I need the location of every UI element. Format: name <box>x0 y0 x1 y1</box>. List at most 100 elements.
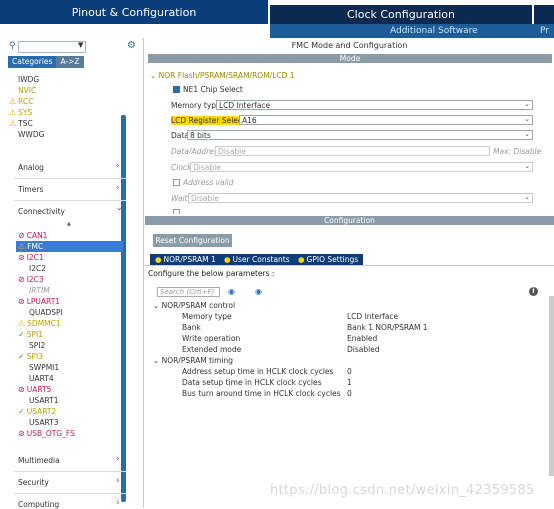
check-icon: ✓ <box>18 352 25 361</box>
list-item-i2c1[interactable]: ⊘ I2C1 <box>18 253 44 262</box>
prev-match-icon[interactable]: ◉ <box>228 287 235 296</box>
list-item-spi3[interactable]: ✓ SPI3 <box>18 352 43 361</box>
param-value[interactable]: Enabled <box>347 334 377 343</box>
clock-select[interactable]: Disable ⌄ <box>190 162 533 172</box>
tab-nor-psram-1[interactable]: ● NOR/PSRAM 1 <box>150 254 221 265</box>
param-value[interactable]: 1 <box>347 378 352 387</box>
chevron-right-icon[interactable]: › <box>116 498 120 508</box>
ne1-checkbox[interactable] <box>173 86 180 93</box>
chevron-down-icon[interactable]: ⌄ <box>116 203 123 212</box>
wait-select[interactable]: Disable ⌄ <box>188 193 533 203</box>
pinout-fragment-label[interactable]: Pr <box>540 24 549 38</box>
search-input[interactable] <box>18 41 86 53</box>
chevron-down-icon: ⌄ <box>153 301 162 310</box>
data-width-select[interactable]: 8 bits ⌄ <box>187 130 533 140</box>
tab-categories[interactable]: Categories <box>8 56 57 68</box>
tab-project-manager[interactable] <box>534 5 554 24</box>
param-key: Data setup time in HCLK clock cycles <box>182 378 322 387</box>
item-label: UART5 <box>26 385 52 394</box>
list-item-sdmmc1[interactable]: ⚠ SDMMC1 <box>18 319 61 328</box>
item-label: I2C3 <box>26 275 44 284</box>
address-valid-checkbox[interactable] <box>173 179 180 186</box>
item-label: USART3 <box>29 418 59 427</box>
cut-off-checkbox[interactable] <box>173 209 180 214</box>
group-nor-psram-control[interactable]: ⌄ NOR/PSRAM control <box>153 301 235 310</box>
left-scrollbar[interactable] <box>121 115 126 502</box>
tab-user-constants[interactable]: ● User Constants <box>219 254 295 265</box>
gear-icon[interactable]: ⚙ <box>127 40 136 51</box>
list-item-swpmi1[interactable]: SWPMI1 <box>29 363 59 372</box>
list-item-sys[interactable]: ⚠ SYS <box>9 108 32 117</box>
category-multimedia[interactable]: Multimedia <box>18 456 60 465</box>
group-label: NOR/PSRAM control <box>161 301 236 310</box>
param-value[interactable]: LCD Interface <box>347 312 398 321</box>
param-value[interactable]: Bank 1 NOR/PSRAM 1 <box>347 323 428 332</box>
clock-value: Disable <box>193 163 221 172</box>
list-item-quadspi[interactable]: QUADSPI <box>29 308 63 317</box>
list-item-uart4[interactable]: UART4 <box>29 374 54 383</box>
lcd-register-select[interactable]: A16 ⌄ <box>239 115 533 125</box>
memory-type-value: LCD Interface <box>219 101 271 110</box>
item-label: USART2 <box>26 407 57 416</box>
list-item-tsc[interactable]: ⚠ TSC <box>9 119 33 128</box>
param-value[interactable]: 0 <box>347 367 352 376</box>
category-timers[interactable]: Timers <box>18 185 43 194</box>
tab-gpio-settings[interactable]: ● GPIO Settings <box>293 254 364 265</box>
list-item-fmc[interactable]: ⚠ FMC <box>18 242 43 251</box>
wait-value: Disable <box>191 194 219 203</box>
lcd-register-value: A16 <box>242 116 257 125</box>
list-item-iwdg[interactable]: IWDG <box>18 75 39 84</box>
additional-software-label[interactable]: Additional Software <box>390 24 478 38</box>
list-item-uart5[interactable]: ⊘ UART5 <box>18 385 51 394</box>
warning-icon: ⚠ <box>9 108 17 117</box>
parameter-scrollbar[interactable] <box>549 296 554 476</box>
chevron-right-icon[interactable]: › <box>116 161 120 171</box>
list-item-irtim[interactable]: IRTIM <box>29 286 50 295</box>
chevron-right-icon[interactable]: › <box>116 476 120 486</box>
next-match-icon[interactable]: ◉ <box>255 287 262 296</box>
list-item-usart1[interactable]: USART1 <box>29 396 59 405</box>
chevron-down-icon: ⌄ <box>524 193 530 201</box>
chevron-right-icon[interactable]: › <box>116 183 120 193</box>
param-value[interactable]: 0 <box>347 389 352 398</box>
tab-a-z[interactable]: A->Z <box>56 56 84 68</box>
list-item-can1[interactable]: ⊘ CAN1 <box>18 231 47 240</box>
memory-type-select[interactable]: LCD Interface ⌄ <box>216 100 533 110</box>
chevron-down-icon: ⌄ <box>524 100 530 108</box>
category-analog[interactable]: Analog <box>18 163 44 172</box>
reset-configuration-button[interactable]: Reset Configuration <box>153 234 232 247</box>
nor-section-header[interactable]: ⌄ NOR Flash/PSRAM/SRAM/ROM/LCD 1 <box>150 71 295 80</box>
list-item-wwdg[interactable]: WWDG <box>18 130 44 139</box>
mode-section-bar: Mode <box>148 54 552 63</box>
category-connectivity[interactable]: Connectivity <box>18 207 65 216</box>
item-label: IRTIM <box>29 286 50 295</box>
data-address-select[interactable]: Disable <box>215 146 490 156</box>
list-item-usart3[interactable]: USART3 <box>29 418 59 427</box>
category-security[interactable]: Security <box>18 478 49 487</box>
disabled-icon: ⊘ <box>18 297 25 306</box>
list-item-usart2[interactable]: ✓ USART2 <box>18 407 56 416</box>
list-item-usb-otg-fs[interactable]: ⊘ USB_OTG_FS <box>18 429 75 438</box>
check-icon: ✓ <box>18 407 25 416</box>
tab-clock-configuration[interactable]: Clock Configuration <box>270 5 532 24</box>
list-item-i2c3[interactable]: ⊘ I2C3 <box>18 275 44 284</box>
chevron-right-icon[interactable]: › <box>116 454 120 464</box>
list-item-lpuart1[interactable]: ⊘ LPUART1 <box>18 297 60 306</box>
list-item-spi1[interactable]: ✓ SPI1 <box>18 330 43 339</box>
list-item-rcc[interactable]: ⚠ RCC <box>9 97 33 106</box>
info-icon[interactable]: i <box>529 287 538 296</box>
list-item-nvic[interactable]: NVIC <box>18 86 36 95</box>
list-item-spi2[interactable]: SPI2 <box>29 341 45 350</box>
param-value[interactable]: Disabled <box>347 345 380 354</box>
tab-pinout-configuration[interactable]: Pinout & Configuration <box>0 0 268 24</box>
chevron-down-icon[interactable]: ▼ <box>78 41 83 49</box>
group-nor-psram-timing[interactable]: ⌄ NOR/PSRAM timing <box>153 356 233 365</box>
parameter-search-input[interactable]: Search (Crtl+F) <box>157 287 220 297</box>
clock-label: Clock <box>171 163 192 172</box>
category-tabs: Categories A->Z <box>8 56 84 68</box>
status-dot-icon: ● <box>155 255 162 264</box>
search-icon: ⚲ <box>9 41 16 51</box>
additional-software-bar[interactable]: Additional Software Pr <box>270 24 554 38</box>
list-item-i2c2[interactable]: I2C2 <box>29 264 46 273</box>
tab-label: GPIO Settings <box>306 255 359 264</box>
